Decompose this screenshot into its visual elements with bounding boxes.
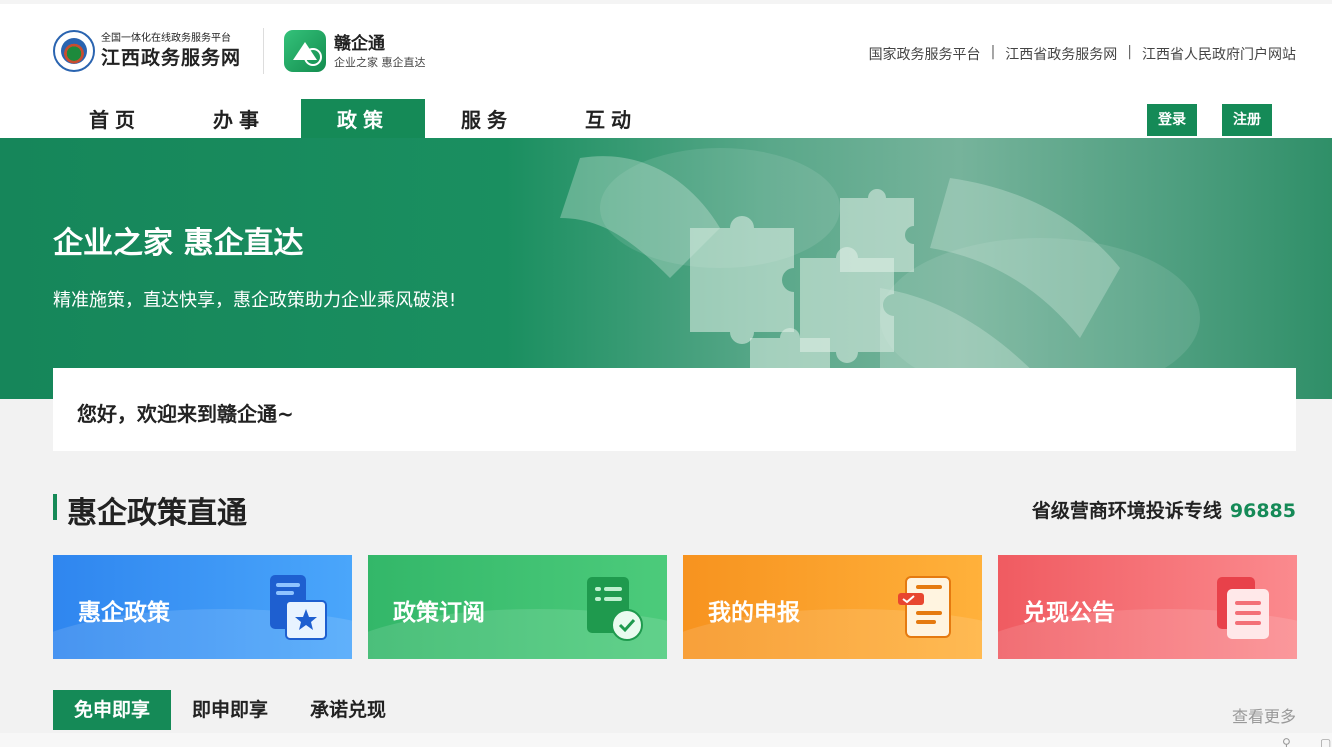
tab-auto-enjoy[interactable]: 免申即享 bbox=[53, 690, 172, 730]
link-icon[interactable]: ⚲ bbox=[1282, 736, 1291, 747]
app-name: 赣企通 bbox=[334, 34, 386, 54]
login-button[interactable]: 登录 bbox=[1147, 104, 1197, 136]
card-label: 我的申报 bbox=[708, 600, 800, 626]
logo-area[interactable]: 全国一体化在线政务服务平台 江西政务服务网 赣企通 企业之家 惠企直达 bbox=[53, 28, 426, 74]
nav-services[interactable]: 服务 bbox=[425, 99, 549, 141]
declaration-doc-icon bbox=[898, 576, 951, 638]
card-benefit-policies[interactable]: 惠企政策 bbox=[53, 555, 352, 659]
nav-affairs[interactable]: 办事 bbox=[177, 99, 301, 141]
ganqitong-logo-icon bbox=[284, 30, 327, 72]
nav-home[interactable]: 首页 bbox=[53, 99, 177, 141]
link-separator: | bbox=[990, 44, 996, 60]
link-jiangxi-gov-portal[interactable]: 江西省人民政府门户网站 bbox=[1142, 44, 1296, 64]
policy-book-icon bbox=[270, 575, 327, 640]
card-label: 兑现公告 bbox=[1023, 600, 1115, 626]
banner-subtitle: 精准施策，直达快享，惠企政策助力企业乘风破浪! bbox=[53, 290, 457, 311]
register-button[interactable]: 注册 bbox=[1222, 104, 1272, 136]
section-accent-bar bbox=[53, 494, 57, 520]
link-jiangxi-gov-service[interactable]: 江西省政务服务网 bbox=[1005, 44, 1117, 64]
top-links: 国家政务服务平台 | 江西省政务服务网 | 江西省人民政府门户网站 bbox=[869, 44, 1296, 64]
announcement-doc-icon bbox=[1217, 577, 1269, 639]
link-national-platform[interactable]: 国家政务服务平台 bbox=[869, 44, 981, 64]
main-nav: 首页 办事 政策 服务 互动 bbox=[53, 99, 673, 141]
card-policy-subscription[interactable]: 政策订阅 bbox=[368, 555, 667, 659]
nav-interaction[interactable]: 互动 bbox=[549, 99, 673, 141]
logo-divider bbox=[263, 28, 265, 74]
puzzle-hands-illustration bbox=[560, 148, 1200, 399]
banner-title: 企业之家 惠企直达 bbox=[53, 226, 304, 261]
quick-entry-cards: 惠企政策 政策订阅 我的申报 兑现公告 bbox=[53, 555, 1297, 659]
bottom-strip bbox=[0, 733, 1332, 747]
platform-name: 江西政务服务网 bbox=[101, 47, 242, 69]
nav-policy[interactable]: 政策 bbox=[301, 99, 425, 141]
site-header: 全国一体化在线政务服务平台 江西政务服务网 赣企通 企业之家 惠企直达 国家政务… bbox=[0, 0, 1332, 141]
card-fulfillment-announcements[interactable]: 兑现公告 bbox=[998, 555, 1297, 659]
hotline-label: 省级营商环境投诉专线 bbox=[1031, 500, 1222, 522]
link-separator: | bbox=[1127, 44, 1132, 60]
subscribe-scroll-icon bbox=[587, 577, 643, 641]
tab-apply-enjoy[interactable]: 即申即享 bbox=[171, 690, 289, 730]
gov-emblem-icon bbox=[53, 30, 95, 72]
app-slogan: 企业之家 惠企直达 bbox=[334, 56, 426, 69]
hero-banner: 企业之家 惠企直达 精准施策，直达快享，惠企政策助力企业乘风破浪! bbox=[0, 138, 1332, 399]
hotline-number[interactable]: 96885 bbox=[1230, 500, 1296, 522]
view-more-link[interactable]: 查看更多 bbox=[1232, 703, 1296, 727]
welcome-panel: 您好，欢迎来到赣企通~ bbox=[53, 368, 1296, 451]
section-title: 惠企政策直通 bbox=[67, 496, 247, 531]
welcome-message: 您好，欢迎来到赣企通~ bbox=[77, 402, 294, 426]
policy-tabs: 免申即享 即申即享 承诺兑现 bbox=[53, 690, 407, 730]
platform-subtitle: 全国一体化在线政务服务平台 bbox=[101, 33, 231, 44]
complaint-hotline: 省级营商环境投诉专线 96885 bbox=[1032, 496, 1296, 523]
card-label: 政策订阅 bbox=[393, 600, 485, 626]
card-label: 惠企政策 bbox=[78, 600, 170, 626]
tab-commitment-fulfillment[interactable]: 承诺兑现 bbox=[289, 690, 407, 730]
card-my-declarations[interactable]: 我的申报 bbox=[683, 555, 982, 659]
trash-icon[interactable]: ▢ bbox=[1320, 736, 1331, 747]
